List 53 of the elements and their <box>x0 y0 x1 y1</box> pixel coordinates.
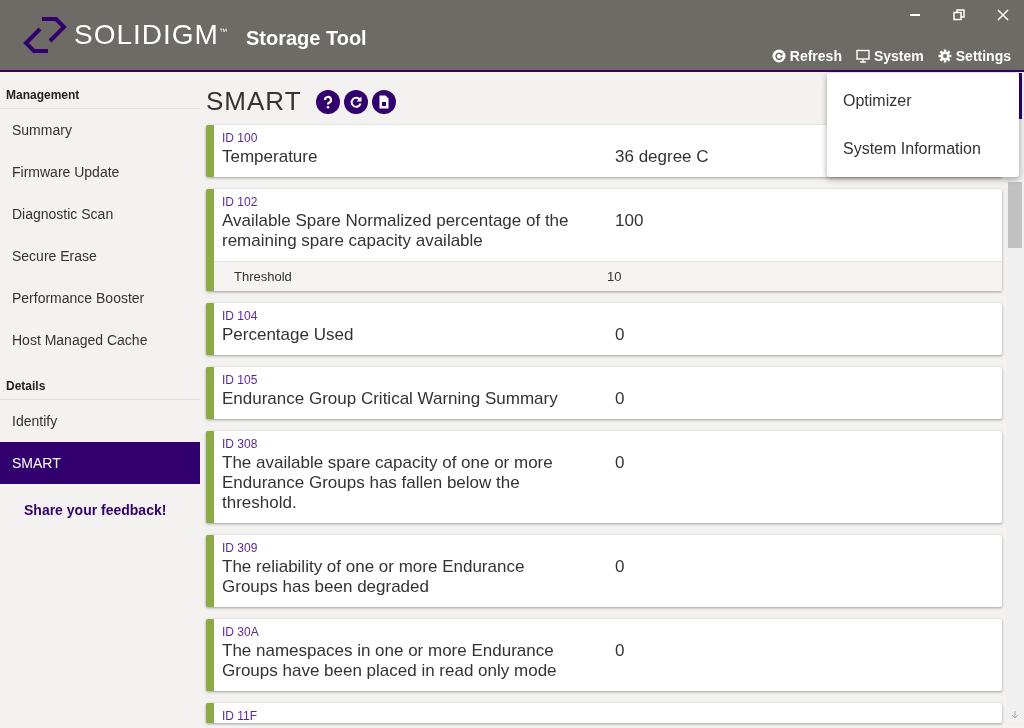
attribute-name: The reliability of one or more Endurance Groups has been degraded <box>222 557 526 597</box>
attribute-value: 0 <box>614 557 625 578</box>
attribute-name: Percentage Used <box>222 325 355 345</box>
section-heading: Management <box>0 82 200 109</box>
attribute-name: Available Spare Normalized percentage of the remaining spare capacity available <box>222 211 570 251</box>
attribute-value: 0 <box>614 453 625 474</box>
section-heading: Details <box>0 373 200 400</box>
attribute-id: ID 102 <box>221 194 259 209</box>
attribute-id: ID 104 <box>221 308 259 323</box>
feedback-link[interactable]: Share your feedback! <box>24 502 200 518</box>
attribute-id: ID 11F <box>221 708 259 723</box>
attribute-value: 36 degree C <box>614 147 709 167</box>
refresh-button[interactable]: Refresh <box>771 48 842 64</box>
settings-button[interactable]: Settings <box>937 48 1011 64</box>
sidebar-item[interactable]: Diagnostic Scan <box>0 193 200 235</box>
attribute-id: ID 309 <box>221 540 259 555</box>
sub-attribute-name: Threshold <box>234 269 293 284</box>
attribute-value: 0 <box>614 389 625 409</box>
sidebar-item[interactable]: Secure Erase <box>0 235 200 277</box>
export-button[interactable] <box>371 89 396 114</box>
sidebar-item[interactable]: Firmware Update <box>0 151 200 193</box>
app-title: Storage Tool <box>245 26 367 50</box>
system-button[interactable]: System <box>855 48 924 64</box>
restore-icon[interactable] <box>952 8 966 22</box>
attribute-id: ID 105 <box>221 372 259 387</box>
attribute-name: Temperature <box>222 147 319 167</box>
attribute-name: The available spare capacity of one or more Endurance Groups has fallen below the threshold. <box>222 453 554 513</box>
brand-name: SOLIDIGM$^{™}$ <box>74 19 228 51</box>
attribute-value: 0 <box>614 641 625 662</box>
attribute-value: 100 <box>614 211 644 232</box>
sidebar-item[interactable]: Identify <box>0 400 200 442</box>
sidebar-item[interactable]: Performance Booster <box>0 277 200 319</box>
logo-icon <box>22 15 68 55</box>
refresh-icon <box>771 49 786 63</box>
sidebar-item[interactable]: Host Managed Cache <box>0 319 200 361</box>
sidebar-item[interactable]: SMART <box>0 442 200 484</box>
attribute-id: ID 100 <box>221 130 259 145</box>
monitor-icon <box>855 49 870 63</box>
help-button[interactable] <box>315 89 340 114</box>
attribute-value: 0 <box>614 325 625 345</box>
page-title: SMART <box>206 86 302 117</box>
scrollbar-thumb[interactable] <box>1008 182 1022 248</box>
attribute-name: The namespaces in one or more Endurance Groups have been placed in read only mode <box>222 641 558 681</box>
attribute-id: ID 308 <box>221 436 259 451</box>
settings-icon <box>937 49 952 63</box>
refresh-button[interactable] <box>343 89 368 114</box>
menu-item[interactable]: Optimizer <box>827 77 1019 125</box>
sidebar-item[interactable]: Summary <box>0 109 200 151</box>
attribute-id: ID 30A <box>221 624 260 639</box>
menu-item[interactable]: System Information <box>827 125 1019 173</box>
close-icon[interactable] <box>996 8 1010 22</box>
sub-attribute-value: 10 <box>607 269 622 284</box>
attribute-name: Endurance Group Critical Warning Summary <box>222 389 559 409</box>
